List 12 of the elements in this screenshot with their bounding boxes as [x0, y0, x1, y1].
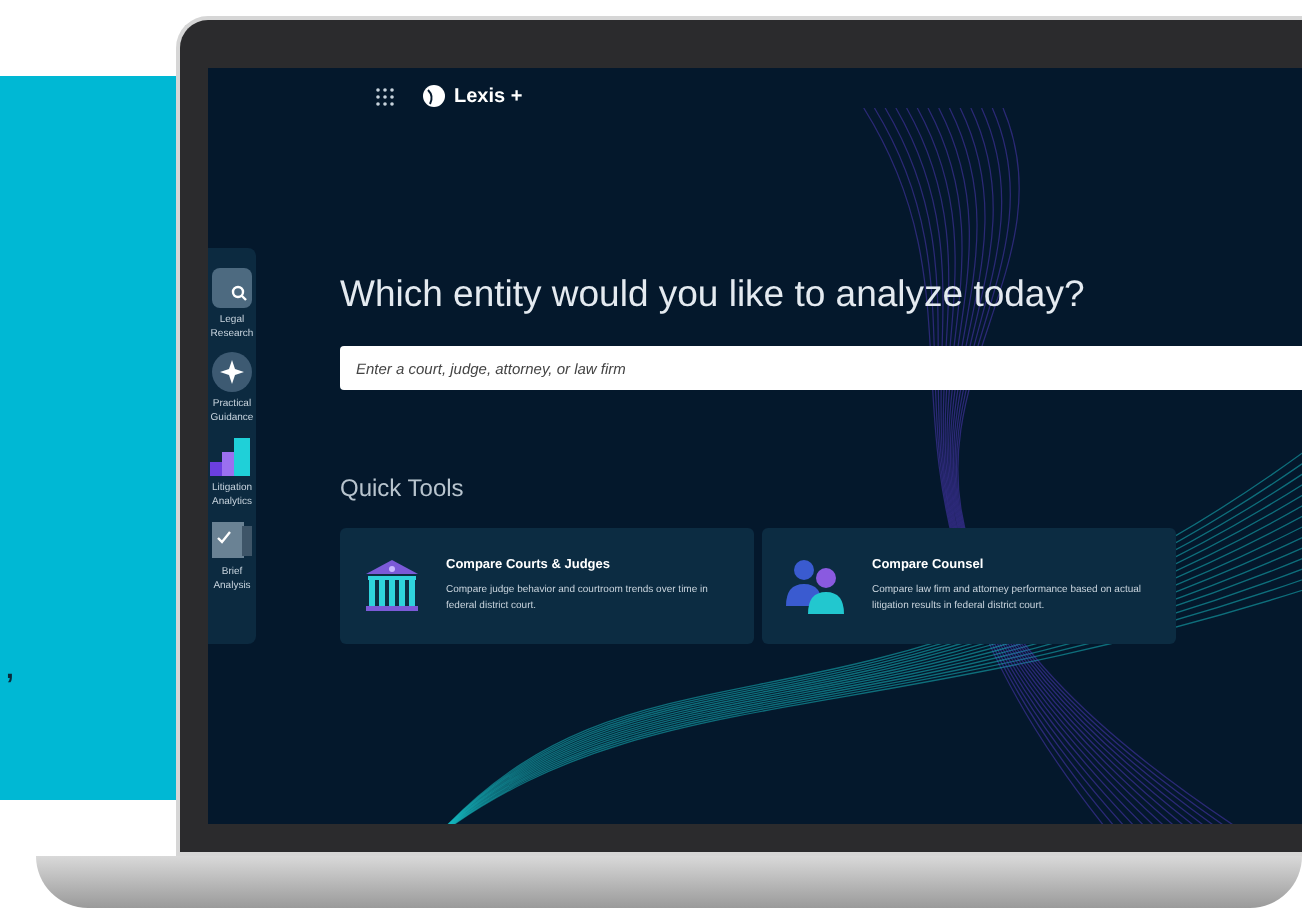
page-headline: Which entity would you like to analyze today? — [340, 272, 1087, 316]
section-title: Quick Tools — [340, 474, 466, 502]
courthouse-icon — [362, 558, 422, 614]
compass-icon — [212, 352, 252, 392]
app-grid-icon[interactable] — [376, 87, 394, 105]
bar-chart-icon — [210, 436, 254, 476]
app-logo: Lexis + — [454, 85, 523, 107]
document-check-icon — [212, 520, 252, 560]
search-icon — [212, 268, 252, 308]
people-icon — [784, 558, 848, 614]
logo-icon — [422, 84, 446, 108]
panel-text: , — [6, 652, 14, 684]
